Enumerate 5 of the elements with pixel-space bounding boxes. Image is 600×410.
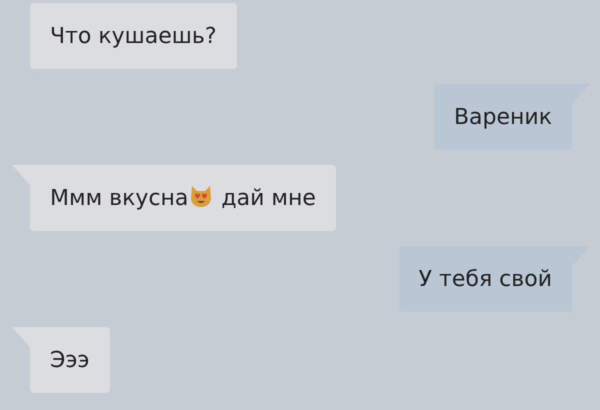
message-text: Вареник (454, 104, 552, 132)
message-text: У тебя свой (418, 266, 552, 294)
message-text: Эээ (50, 346, 90, 374)
message-text: Ммм вкусна дай мне (50, 182, 316, 212)
message-text: Что кушаешь? (50, 22, 217, 50)
